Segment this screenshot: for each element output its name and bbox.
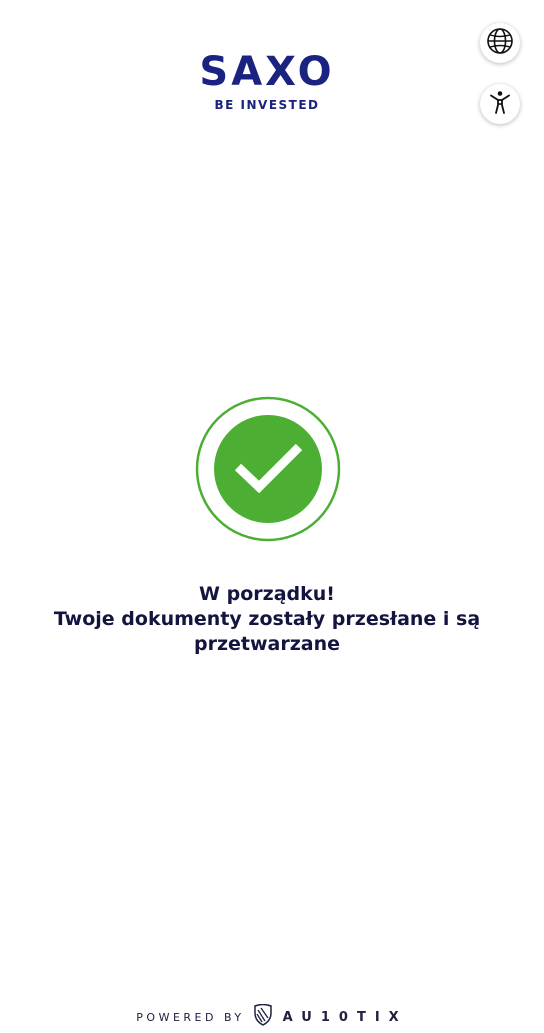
shield-logo-icon <box>253 1003 273 1031</box>
powered-by-footer: POWERED BY AU10TIX <box>0 1003 544 1031</box>
status-title: W porządku! <box>199 583 335 605</box>
powered-by-label: POWERED BY <box>136 1010 245 1024</box>
status-text-line1: Twoje dokumenty zostały przesłane i są <box>53 608 481 630</box>
logo-tagline: BE INVESTED <box>214 98 320 112</box>
status-message: W porządku! Twoje dokumenty zostały prze… <box>0 582 534 657</box>
language-button[interactable] <box>480 23 520 63</box>
check-circle-icon <box>195 396 341 542</box>
brand-name: AU10TIX <box>282 1009 408 1025</box>
status-text-line2: przetwarzane <box>193 633 341 655</box>
logo-text: SAXO <box>199 49 335 95</box>
accessibility-icon <box>487 89 513 120</box>
accessibility-button[interactable] <box>480 84 520 124</box>
saxo-logo: SAXO BE INVESTED <box>0 52 534 113</box>
globe-icon <box>486 27 514 60</box>
